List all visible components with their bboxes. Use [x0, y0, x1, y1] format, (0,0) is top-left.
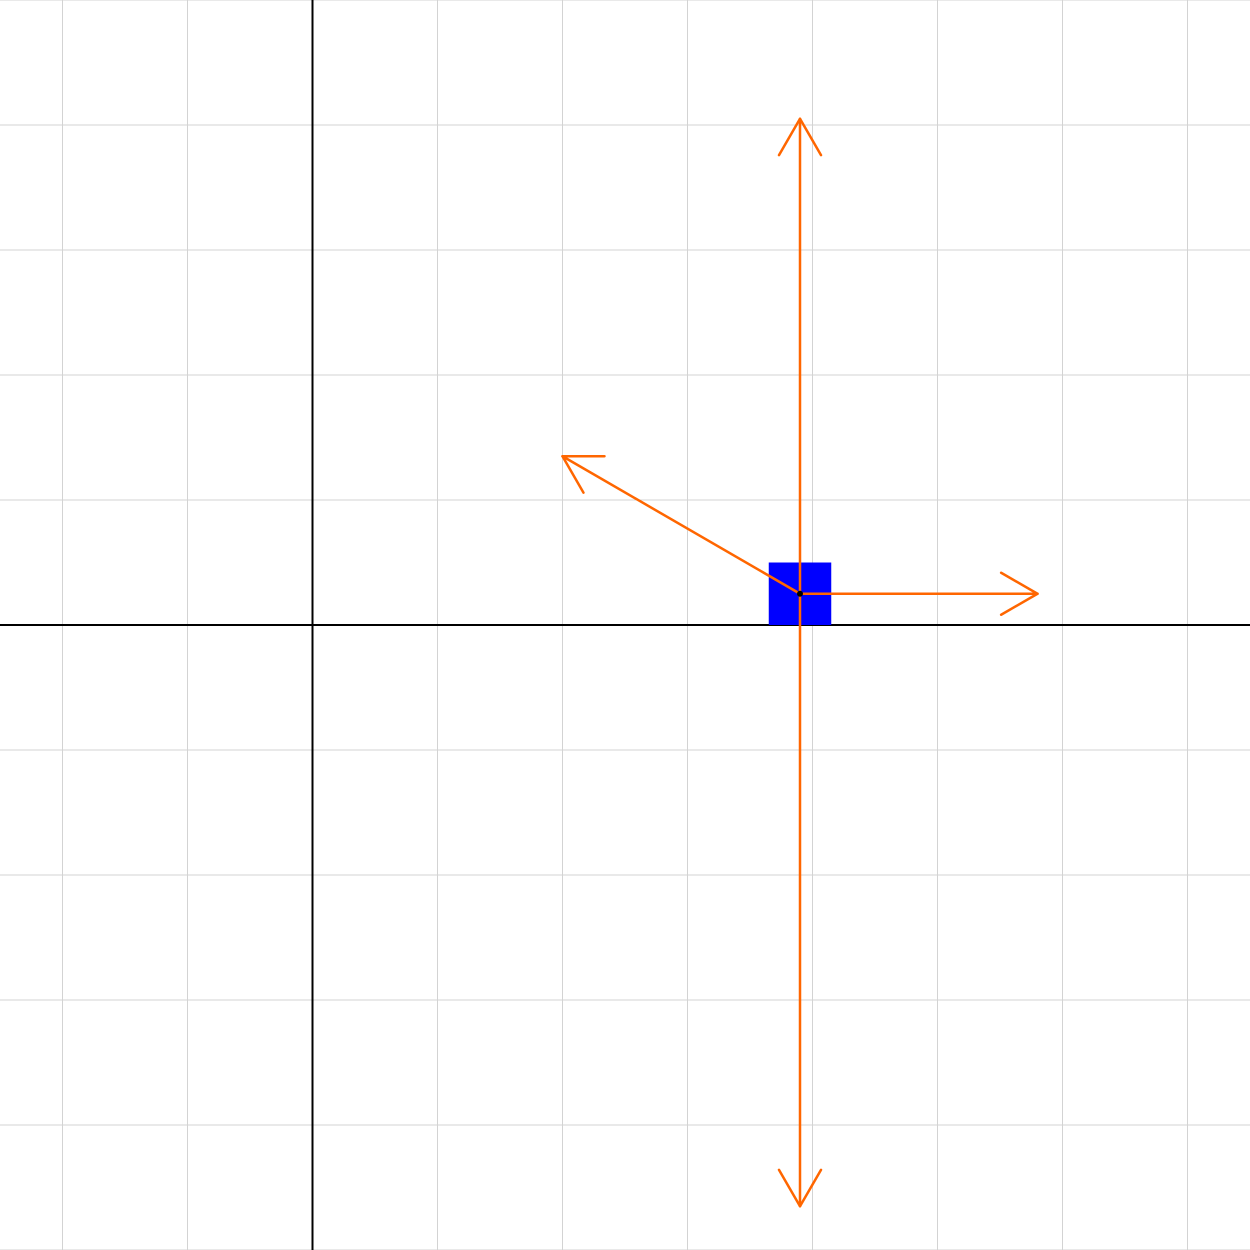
force-diagram [0, 0, 1250, 1250]
block-center-point [797, 590, 803, 597]
points-layer [797, 590, 803, 597]
